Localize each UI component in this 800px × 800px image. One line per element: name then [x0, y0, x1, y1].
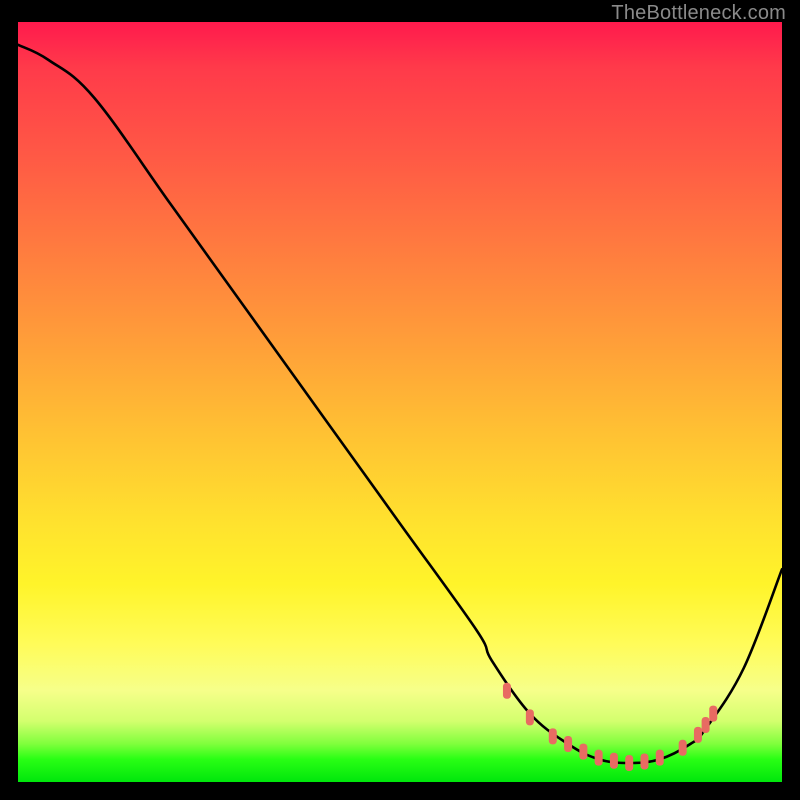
optimal-range-markers	[503, 683, 717, 771]
marker-dot	[640, 753, 648, 769]
marker-dot	[656, 750, 664, 766]
marker-dot	[564, 736, 572, 752]
marker-dot	[694, 727, 702, 743]
marker-dot	[579, 744, 587, 760]
plot-area	[18, 22, 782, 782]
marker-dot	[702, 717, 710, 733]
marker-dot	[549, 728, 557, 744]
marker-dot	[625, 755, 633, 771]
marker-dot	[595, 750, 603, 766]
marker-dot	[610, 753, 618, 769]
marker-dot	[526, 709, 534, 725]
bottleneck-curve	[18, 45, 782, 763]
marker-dot	[679, 740, 687, 756]
marker-dot	[709, 706, 717, 722]
chart-stage: TheBottleneck.com	[0, 0, 800, 800]
marker-dot	[503, 683, 511, 699]
curve-layer	[18, 22, 782, 782]
